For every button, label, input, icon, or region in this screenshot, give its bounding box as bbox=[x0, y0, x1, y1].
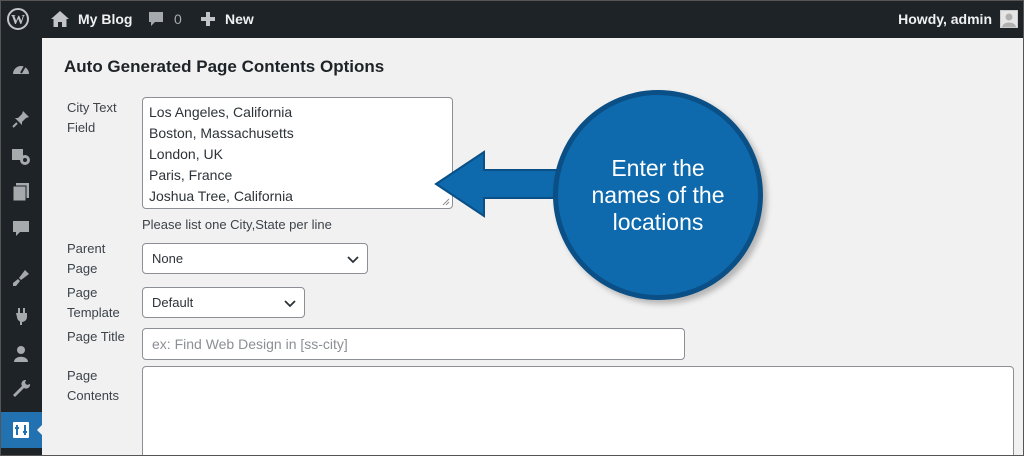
page-title-placeholder: ex: Find Web Design in [ss-city] bbox=[152, 336, 348, 352]
city-line: Joshua Tree, California bbox=[149, 188, 293, 204]
site-name: My Blog bbox=[78, 11, 133, 27]
account-menu[interactable]: Howdy, admin bbox=[898, 0, 1018, 38]
page-title-input[interactable]: ex: Find Web Design in [ss-city] bbox=[142, 328, 685, 360]
comments-icon[interactable] bbox=[11, 219, 31, 239]
callout-arrow-icon bbox=[434, 150, 569, 218]
comment-bubble-icon bbox=[149, 12, 163, 26]
comments-link[interactable]: 0 bbox=[147, 0, 182, 38]
label-line: Contents bbox=[67, 388, 120, 403]
appearance-icon[interactable] bbox=[11, 268, 31, 288]
admin-sidebar bbox=[0, 38, 43, 456]
media-icon[interactable] bbox=[11, 146, 31, 166]
label-line: Page bbox=[67, 285, 98, 300]
new-content-link[interactable]: New bbox=[200, 0, 254, 38]
page-template-label: Page Template bbox=[67, 283, 120, 323]
page-title-label: Page Title bbox=[67, 329, 125, 344]
label-line: City Text bbox=[67, 100, 117, 115]
city-text-field-label: City Text Field bbox=[67, 98, 117, 138]
plugins-icon[interactable] bbox=[11, 306, 31, 326]
city-field-hint: Please list one City,State per line bbox=[142, 217, 332, 232]
tools-icon[interactable] bbox=[11, 378, 31, 398]
callout-line: names of the bbox=[591, 181, 725, 208]
svg-text:W: W bbox=[11, 13, 25, 28]
parent-page-select[interactable]: None bbox=[142, 243, 368, 274]
sidebar-item-settings[interactable] bbox=[0, 412, 43, 448]
city-line: Boston, Massachusetts bbox=[149, 125, 294, 141]
chevron-down-icon bbox=[284, 299, 296, 307]
comments-count: 0 bbox=[174, 11, 182, 27]
city-textarea[interactable]: Los Angeles, California Boston, Massachu… bbox=[142, 97, 453, 209]
city-line: Los Angeles, California bbox=[149, 104, 293, 120]
howdy-text: Howdy, admin bbox=[898, 11, 992, 27]
label-line: Page bbox=[67, 368, 98, 383]
dashboard-icon[interactable] bbox=[11, 60, 31, 80]
page-template-value: Default bbox=[152, 295, 194, 310]
admin-bar: W My Blog 0 New Howdy, admin bbox=[0, 0, 1024, 38]
page-template-select[interactable]: Default bbox=[142, 287, 305, 318]
page-contents-label: Page Contents bbox=[67, 366, 119, 406]
avatar bbox=[1000, 10, 1018, 28]
label-line: Field bbox=[67, 120, 96, 135]
page-heading: Auto Generated Page Contents Options bbox=[64, 57, 385, 76]
new-label: New bbox=[225, 11, 254, 27]
callout-line: Enter the bbox=[611, 154, 705, 181]
pages-icon[interactable] bbox=[11, 182, 31, 202]
city-line: London, UK bbox=[149, 146, 223, 162]
parent-page-value: None bbox=[152, 251, 184, 266]
chevron-down-icon bbox=[347, 255, 359, 263]
callout-line: locations bbox=[612, 208, 704, 235]
users-icon[interactable] bbox=[11, 344, 31, 364]
plus-icon bbox=[201, 12, 215, 26]
city-line: Paris, France bbox=[149, 167, 233, 183]
label-line: Template bbox=[67, 305, 120, 320]
label-line: Parent bbox=[67, 241, 106, 256]
label-line: Page bbox=[67, 261, 98, 276]
parent-page-label: Parent Page bbox=[67, 239, 105, 279]
pin-icon[interactable] bbox=[11, 109, 31, 129]
wordpress-logo-icon[interactable]: W bbox=[6, 0, 30, 38]
page-contents-textarea[interactable] bbox=[142, 366, 1014, 456]
callout-bubble: Enter the names of the locations bbox=[553, 90, 763, 300]
settings-icon bbox=[11, 420, 31, 440]
main-content: Auto Generated Page Contents Options Cit… bbox=[42, 38, 1024, 456]
site-home-link[interactable]: My Blog bbox=[50, 0, 132, 38]
home-icon bbox=[51, 11, 69, 27]
